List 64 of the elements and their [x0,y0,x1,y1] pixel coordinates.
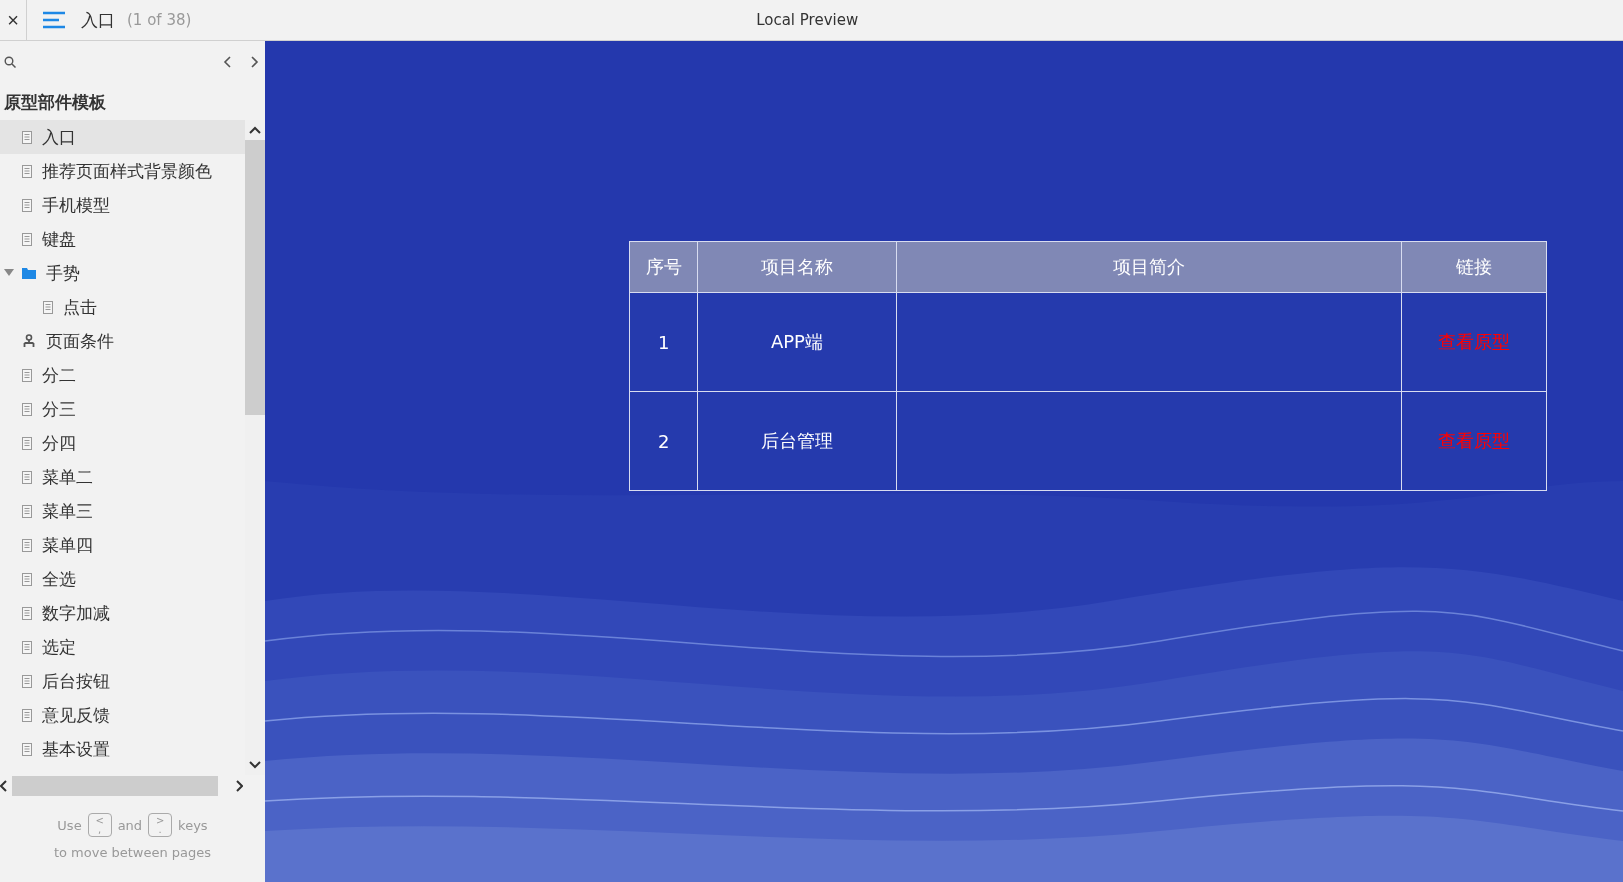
chevron-right-icon[interactable] [235,779,243,793]
column-header: 链接 [1401,241,1547,293]
tree-item[interactable]: 后台按钮 [0,664,245,698]
chevron-right-icon[interactable] [249,55,259,69]
page-icon [22,368,32,382]
table-cell: 1 [629,292,698,392]
tree-item[interactable]: 全选 [0,562,245,596]
search-icon[interactable] [4,56,16,68]
page-icon [22,708,32,722]
page-icon [22,742,32,756]
page-count: (1 of 38) [127,11,192,29]
folder-icon [22,267,36,279]
page-title: 入口 [81,8,115,32]
hint-text: Use [57,817,82,833]
chevron-left-icon[interactable] [223,55,233,69]
tree-item[interactable]: 菜单三 [0,494,245,528]
tree-item[interactable]: 分二 [0,358,245,392]
page-icon [22,232,32,246]
table-cell: 2 [629,391,698,491]
tree-item[interactable]: 键盘 [0,222,245,256]
tree-item[interactable]: 推荐页面样式背景颜色 [0,154,245,188]
tree-item[interactable]: 选定 [0,630,245,664]
tree-item[interactable]: 意见反馈 [0,698,245,732]
page-icon [22,164,32,178]
key-cap: > . [148,813,173,837]
tree-item[interactable]: 基本设置 [0,732,245,766]
tree-item[interactable]: 菜单四 [0,528,245,562]
tree-item[interactable]: 页面条件 [0,324,245,358]
page-icon [22,198,32,212]
page-icon [22,402,32,416]
preview-title: Local Preview [756,11,859,29]
section-title: 原型部件模板 [3,91,107,114]
close-button[interactable]: × [0,0,27,41]
tree-item[interactable]: 数字加减 [0,596,245,630]
page-icon [22,470,32,484]
tree-item[interactable]: 手机模型 [0,188,245,222]
tree-item[interactable]: 点击 [0,290,245,324]
caret-down-icon[interactable] [4,269,14,277]
column-header: 序号 [629,241,698,293]
page-icon [22,572,32,586]
table-cell: 后台管理 [697,391,897,491]
page-icon [43,300,53,314]
page-icon [22,504,32,518]
page-icon [22,674,32,688]
table-cell: APP端 [697,292,897,392]
hint-text: and [117,817,143,833]
hint-text: keys [178,817,208,833]
column-header: 项目简介 [896,241,1402,293]
page-icon [22,436,32,450]
column-header: 项目名称 [697,241,897,293]
page-icon [22,606,32,620]
page-icon [22,640,32,654]
tree-item[interactable]: 手势 [0,256,245,290]
tree-item[interactable]: 分四 [0,426,245,460]
page-icon [22,538,32,552]
hint-text: to move between pages [53,845,212,860]
tree-item[interactable]: 分三 [0,392,245,426]
chevron-left-icon[interactable] [0,779,8,793]
flow-icon [22,334,36,348]
tree-item[interactable]: 入口 [0,120,245,154]
key-cap: < , [87,813,112,837]
page-icon [22,130,32,144]
menu-icon[interactable] [43,11,65,29]
tree-item[interactable]: 菜单二 [0,460,245,494]
